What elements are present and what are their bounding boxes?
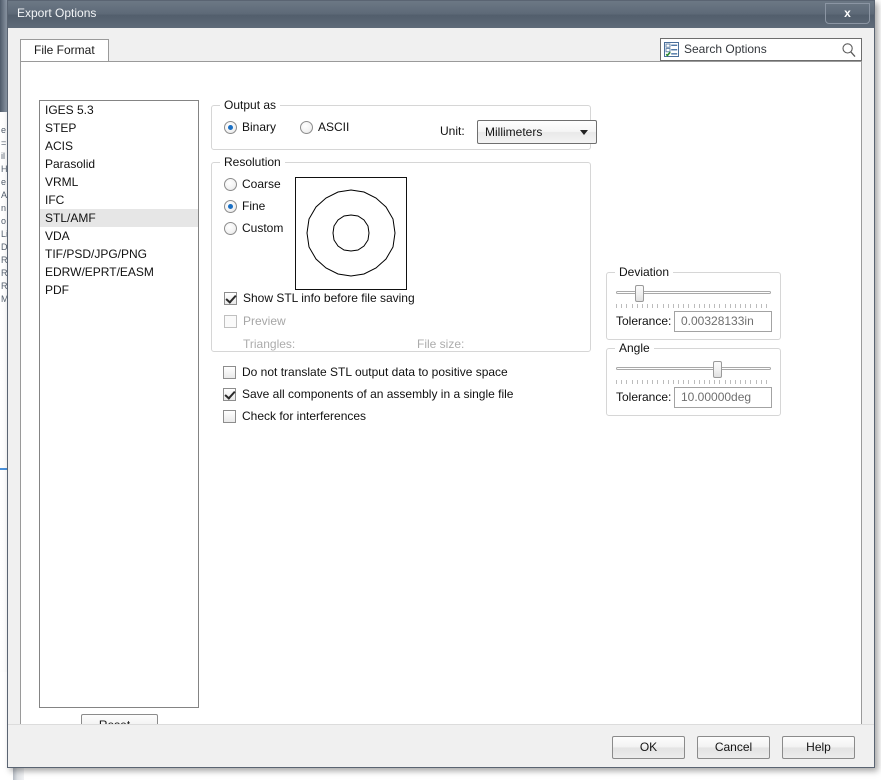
cancel-button[interactable]: Cancel <box>697 736 770 759</box>
checkbox-show-stl-info-label: Show STL info before file saving <box>243 291 415 305</box>
triangles-label: Triangles: <box>243 337 296 351</box>
checkbox-save-all-components[interactable]: Save all components of an assembly in a … <box>223 387 513 402</box>
search-placeholder-text: Search Options <box>684 42 767 56</box>
file-format-panel: IGES 5.3 STEP ACIS Parasolid VRML IFC ST… <box>20 61 862 762</box>
angle-tolerance-input[interactable]: 10.00000deg <box>674 387 772 408</box>
deviation-slider-ticks <box>616 304 771 309</box>
search-input[interactable]: Search Options <box>660 38 862 61</box>
radio-ascii[interactable]: ASCII <box>300 120 349 135</box>
checkbox-check-interferences-box[interactable] <box>223 410 236 423</box>
radio-fine[interactable]: Fine <box>224 199 265 214</box>
list-item-selected[interactable]: STL/AMF <box>40 209 198 227</box>
checkbox-preview-label: Preview <box>243 314 286 328</box>
list-item[interactable]: EDRW/EPRT/EASM <box>40 263 198 281</box>
list-item[interactable]: VRML <box>40 173 198 191</box>
list-item[interactable]: IFC <box>40 191 198 209</box>
checkbox-check-interferences[interactable]: Check for interferences <box>223 409 366 424</box>
radio-coarse-label: Coarse <box>242 177 281 191</box>
radio-coarse-indicator[interactable] <box>224 178 237 191</box>
angle-group: Angle Tolerance: 10.00000deg <box>606 341 781 416</box>
radio-binary-label: Binary <box>242 120 277 134</box>
checkbox-preview-box <box>224 315 237 328</box>
ok-button[interactable]: OK <box>612 736 685 759</box>
checkbox-no-translate-label: Do not translate STL output data to posi… <box>242 365 508 379</box>
options-list-icon <box>664 42 679 57</box>
radio-coarse[interactable]: Coarse <box>224 177 281 192</box>
list-item[interactable]: ACIS <box>40 137 198 155</box>
checkbox-save-all-label: Save all components of an assembly in a … <box>242 387 514 401</box>
dialog-body: File Format Search Options IGES 5.3 STEP… <box>8 28 874 767</box>
deviation-slider[interactable] <box>616 285 771 309</box>
deviation-tolerance-label: Tolerance: <box>616 314 672 328</box>
radio-binary-indicator[interactable] <box>224 121 237 134</box>
export-options-dialog: Export Options x File Format Search Opti… <box>7 0 875 768</box>
checkbox-preview: Preview <box>224 314 286 329</box>
radio-ascii-indicator[interactable] <box>300 121 313 134</box>
list-item[interactable]: Parasolid <box>40 155 198 173</box>
list-item[interactable]: PDF <box>40 281 198 299</box>
tab-file-format[interactable]: File Format <box>20 39 109 61</box>
checkbox-show-stl-info[interactable]: Show STL info before file saving <box>224 291 415 306</box>
title-bar: Export Options x <box>8 1 874 29</box>
list-item[interactable]: STEP <box>40 119 198 137</box>
unit-select[interactable]: Millimeters <box>477 120 597 144</box>
resolution-group-title: Resolution <box>220 155 285 169</box>
close-icon[interactable]: x <box>825 3 870 24</box>
format-list[interactable]: IGES 5.3 STEP ACIS Parasolid VRML IFC ST… <box>39 100 199 708</box>
radio-custom-indicator[interactable] <box>224 222 237 235</box>
angle-slider-thumb[interactable] <box>712 361 722 378</box>
resolution-group: Resolution Coarse Fine Custom Deviation … <box>211 155 781 416</box>
radio-binary[interactable]: Binary <box>224 120 276 135</box>
list-item[interactable]: VDA <box>40 227 198 245</box>
deviation-group-title: Deviation <box>615 265 674 279</box>
radio-fine-label: Fine <box>242 199 266 213</box>
list-item[interactable]: IGES 5.3 <box>40 101 198 119</box>
chevron-down-icon <box>580 130 588 135</box>
radio-ascii-label: ASCII <box>318 120 350 134</box>
help-button[interactable]: Help <box>782 736 855 759</box>
checkbox-no-translate-box[interactable] <box>223 366 236 379</box>
checkbox-save-all-box[interactable] <box>223 388 236 401</box>
checkbox-show-stl-info-box[interactable] <box>224 292 237 305</box>
angle-slider-track[interactable] <box>616 367 771 370</box>
deviation-group: Deviation Tolerance: 0.00328133in <box>606 265 781 340</box>
output-as-group: Output as Binary ASCII Unit: Millimeters <box>211 98 597 150</box>
file-size-label: File size: <box>417 337 465 351</box>
deviation-tolerance-input[interactable]: 0.00328133in <box>674 311 772 332</box>
checkbox-no-translate-positive-space[interactable]: Do not translate STL output data to posi… <box>223 365 508 380</box>
checkbox-check-interferences-label: Check for interferences <box>242 409 367 423</box>
angle-group-title: Angle <box>615 341 654 355</box>
unit-select-value: Millimeters <box>485 125 543 139</box>
window-title: Export Options <box>17 6 97 20</box>
angle-slider[interactable] <box>616 361 771 385</box>
unit-label: Unit: <box>440 124 465 138</box>
radio-custom[interactable]: Custom <box>224 221 283 236</box>
list-item[interactable]: TIF/PSD/JPG/PNG <box>40 245 198 263</box>
dialog-button-bar: OK Cancel Help <box>8 724 874 767</box>
magnifier-icon[interactable] <box>841 42 857 58</box>
angle-tolerance-label: Tolerance: <box>616 390 672 404</box>
output-as-group-title: Output as <box>220 98 281 112</box>
angle-slider-ticks <box>616 380 771 385</box>
stl-tessellation-preview <box>295 177 407 290</box>
deviation-slider-thumb[interactable] <box>635 285 645 302</box>
radio-custom-label: Custom <box>242 221 284 235</box>
radio-fine-indicator[interactable] <box>224 200 237 213</box>
